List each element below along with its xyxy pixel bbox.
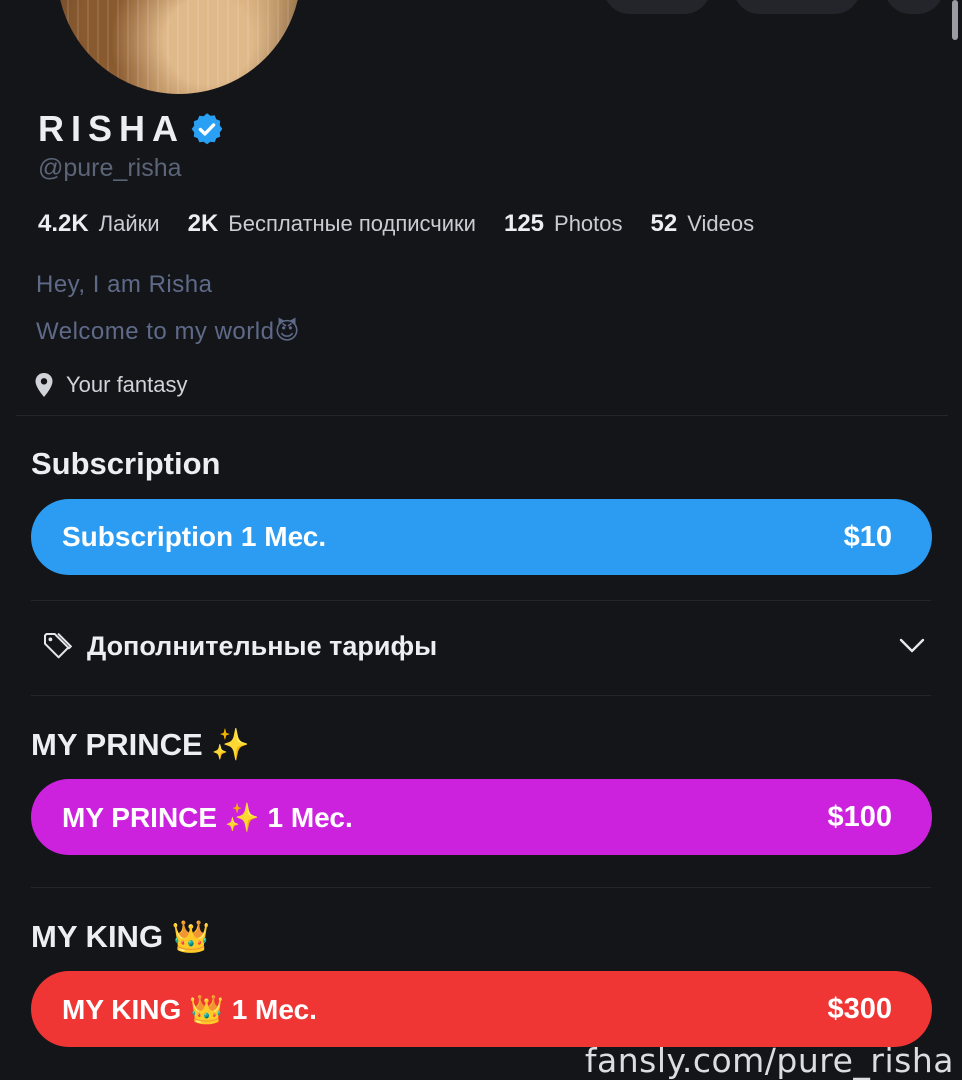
divider	[31, 695, 931, 696]
header-action-button-3[interactable]	[884, 0, 944, 14]
chevron-down-icon[interactable]	[899, 638, 925, 654]
stat-value: 52	[650, 210, 678, 237]
prince-section-title: MY PRINCE ✨	[31, 727, 250, 762]
king-section-title: MY KING 👑	[31, 919, 211, 954]
header-action-button-2[interactable]	[733, 0, 861, 14]
stat-likes[interactable]: 4.2K Лайки	[38, 210, 160, 238]
king-plan-button[interactable]: MY KING 👑 1 Мес. $300	[31, 971, 932, 1047]
stat-value: 125	[503, 210, 545, 237]
plan-label: MY PRINCE ✨ 1 Мес.	[62, 801, 353, 833]
stat-label: Лайки	[98, 211, 160, 236]
profile-name: RISHA	[38, 108, 186, 149]
stat-label: Photos	[554, 211, 623, 236]
scrollbar[interactable]	[952, 0, 958, 40]
divider	[16, 415, 948, 416]
watermark-text: fansly.com/pure_risha	[584, 1041, 954, 1080]
plan-label: Subscription 1 Мес.	[62, 521, 327, 552]
stat-videos[interactable]: 52 Videos	[651, 210, 755, 238]
divider	[31, 887, 931, 888]
subscription-section-title: Subscription	[31, 446, 221, 481]
subscription-plan-button[interactable]: Subscription 1 Мес. $10	[31, 499, 932, 575]
prince-plan-button[interactable]: MY PRINCE ✨ 1 Мес. $100	[31, 779, 932, 855]
extra-tariffs-label-group: Дополнительные тарифы	[41, 630, 437, 662]
divider	[31, 600, 931, 601]
plan-price: $300	[827, 992, 892, 1025]
plan-label: MY KING 👑 1 Мес.	[62, 993, 317, 1025]
stat-value: 2K	[187, 210, 219, 237]
bio-line-1: Hey, I am Risha	[36, 271, 213, 298]
extra-tariffs-label: Дополнительные тарифы	[87, 630, 438, 661]
stat-value: 4.2K	[38, 210, 89, 237]
profile-location: Your fantasy	[34, 372, 188, 398]
stat-label: Бесплатные подписчики	[228, 211, 476, 236]
tag-icon	[44, 633, 73, 659]
plan-price: $10	[843, 520, 892, 553]
avatar[interactable]	[57, 0, 301, 94]
location-pin-icon	[35, 373, 53, 397]
profile-name-row: RISHA	[38, 108, 225, 150]
extra-tariffs-toggle[interactable]: Дополнительные тарифы	[41, 630, 925, 662]
stat-free-subscribers[interactable]: 2K Бесплатные подписчики	[188, 210, 476, 238]
verified-badge-icon	[191, 113, 223, 145]
profile-handle[interactable]: @pure_risha	[38, 154, 182, 183]
plan-price: $100	[827, 800, 892, 833]
location-text: Your fantasy	[66, 372, 188, 397]
profile-stats: 4.2K Лайки 2K Бесплатные подписчики 125 Pho…	[38, 210, 782, 238]
stat-label: Videos	[687, 211, 755, 236]
stat-photos[interactable]: 125 Photos	[504, 210, 623, 238]
bio-line-2: Welcome to my world😈	[36, 318, 300, 345]
header-action-button-1[interactable]	[603, 0, 711, 14]
